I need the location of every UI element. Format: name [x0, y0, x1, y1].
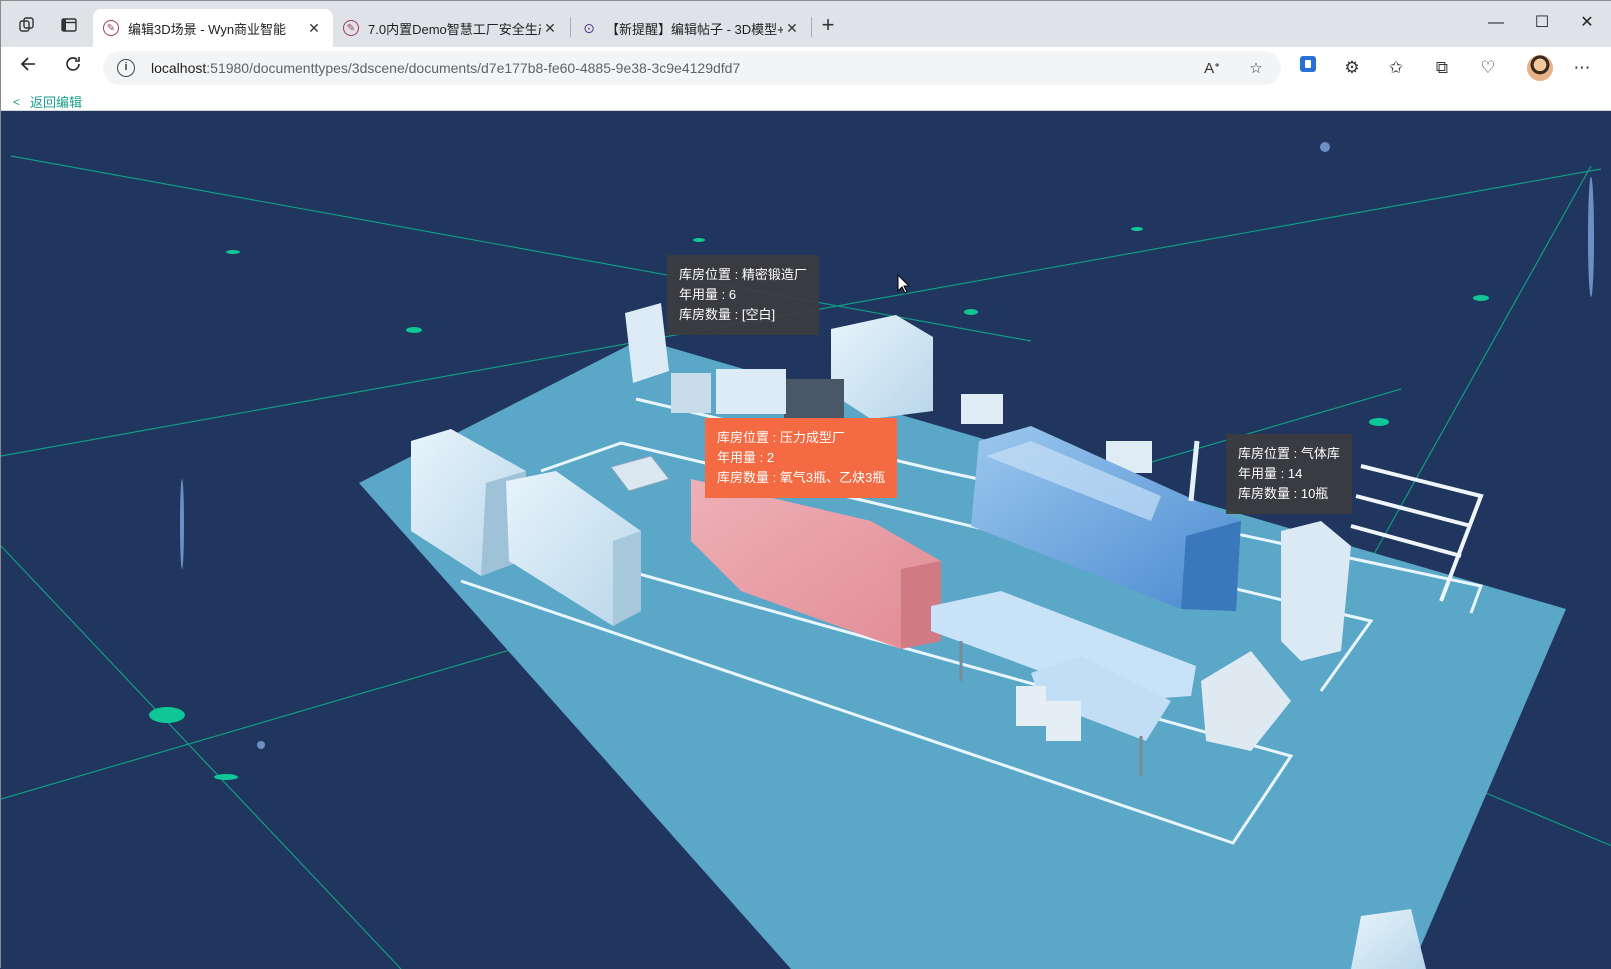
- back-bar: < 返回编辑: [1, 89, 1611, 111]
- url-host: localhost: [151, 60, 207, 76]
- wyn-favicon-icon: ✎: [103, 20, 119, 36]
- tab-close-icon[interactable]: ✕: [305, 20, 323, 37]
- read-aloud-icon[interactable]: Aᐩ: [1201, 58, 1223, 80]
- tooltip-usage: 年用量 : 2: [717, 450, 775, 465]
- back-to-edit-label: 返回编辑: [30, 95, 83, 110]
- white-machine-b: [671, 373, 711, 413]
- right-tower: [1281, 521, 1351, 661]
- white-machine-a: [716, 369, 786, 414]
- tooltip-stock: 库房数量 : 氧气3瓶、乙炔3瓶: [717, 470, 886, 485]
- chevron-left-icon: <: [13, 94, 21, 109]
- tab-title: 编辑3D场景 - Wyn商业智能: [128, 21, 287, 37]
- collections-icon[interactable]: ⧉: [1429, 55, 1455, 81]
- tab-edit-post[interactable]: ⊙ 【新提醒】编辑帖子 - 3D模型+B ✕: [571, 9, 811, 47]
- more-icon[interactable]: ⋯: [1569, 55, 1595, 81]
- refresh-icon[interactable]: [59, 54, 87, 82]
- tab-actions-icon[interactable]: [55, 11, 83, 39]
- profile-avatar[interactable]: [1527, 55, 1553, 81]
- tooltip-usage: 年用量 : 6: [679, 287, 737, 302]
- info-icon[interactable]: i: [117, 59, 135, 77]
- tab-demo-factory[interactable]: ✎ 7.0内置Demo智慧工厂安全生产 ✕: [333, 9, 569, 47]
- oven-box: [961, 394, 1003, 424]
- close-window-button[interactable]: ✕: [1564, 9, 1610, 37]
- tooltip-precision-forging: 库房位置 : 精密锻造厂 年用量 : 6 库房数量 : [空白]: [667, 255, 819, 335]
- favorite-star-icon[interactable]: ☆: [1245, 58, 1267, 80]
- favorites-icon[interactable]: ✩: [1383, 55, 1409, 81]
- maximize-button[interactable]: ☐: [1519, 9, 1565, 37]
- tab-title: 7.0内置Demo智慧工厂安全生产: [368, 21, 541, 37]
- forum-favicon-icon: ⊙: [583, 19, 595, 36]
- tooltip-gas-storage: 库房位置 : 气体库 年用量 : 14 库房数量 : 10瓶: [1226, 434, 1352, 514]
- tab-separator: [811, 17, 812, 37]
- extension-icon[interactable]: [1295, 55, 1321, 81]
- workspaces-icon[interactable]: [13, 11, 41, 39]
- 3d-scene-viewport[interactable]: 库房位置 : 精密锻造厂 年用量 : 6 库房数量 : [空白] 库房位置 : …: [1, 111, 1611, 969]
- tooltip-stock: 库房数量 : [空白]: [679, 307, 776, 322]
- back-arrow-icon[interactable]: [15, 54, 43, 82]
- tooltip-location: 库房位置 : 压力成型厂: [717, 430, 845, 445]
- tooltip-location: 库房位置 : 气体库: [1238, 446, 1340, 461]
- 3d-scene-canvas[interactable]: [1, 111, 1611, 969]
- tooltip-location: 库房位置 : 精密锻造厂: [679, 267, 807, 282]
- tab-close-icon[interactable]: ✕: [541, 20, 559, 37]
- navigation-bar: i localhost:51980/documenttypes/3dscene/…: [1, 47, 1611, 89]
- tab-strip: ✎ 编辑3D场景 - Wyn商业智能 ✕ ✎ 7.0内置Demo智慧工厂安全生产…: [1, 1, 1611, 47]
- new-tab-button[interactable]: +: [815, 13, 841, 39]
- tab-close-icon[interactable]: ✕: [783, 20, 801, 37]
- puzzle-icon[interactable]: ⚙: [1339, 55, 1365, 81]
- url-text[interactable]: localhost:51980/documenttypes/3dscene/do…: [151, 60, 740, 76]
- minimize-button[interactable]: —: [1473, 9, 1519, 37]
- tab-edit-3d-scene[interactable]: ✎ 编辑3D场景 - Wyn商业智能 ✕: [93, 9, 333, 47]
- browser-window: ✎ 编辑3D场景 - Wyn商业智能 ✕ ✎ 7.0内置Demo智慧工厂安全生产…: [0, 0, 1611, 969]
- tooltip-pressure-forming: 库房位置 : 压力成型厂 年用量 : 2 库房数量 : 氧气3瓶、乙炔3瓶: [705, 418, 898, 498]
- tab-title: 【新提醒】编辑帖子 - 3D模型+B: [606, 21, 783, 37]
- tooltip-usage: 年用量 : 14: [1238, 466, 1303, 481]
- tooltip-stock: 库房数量 : 10瓶: [1238, 486, 1329, 501]
- address-bar[interactable]: i localhost:51980/documenttypes/3dscene/…: [103, 51, 1281, 85]
- url-path: :51980/documenttypes/3dscene/documents/d…: [206, 60, 741, 76]
- wyn-favicon-icon: ✎: [343, 20, 359, 36]
- mouse-cursor-icon: [897, 273, 911, 299]
- back-to-edit-link[interactable]: < 返回编辑: [13, 92, 82, 111]
- heart-icon[interactable]: ♡: [1475, 55, 1501, 81]
